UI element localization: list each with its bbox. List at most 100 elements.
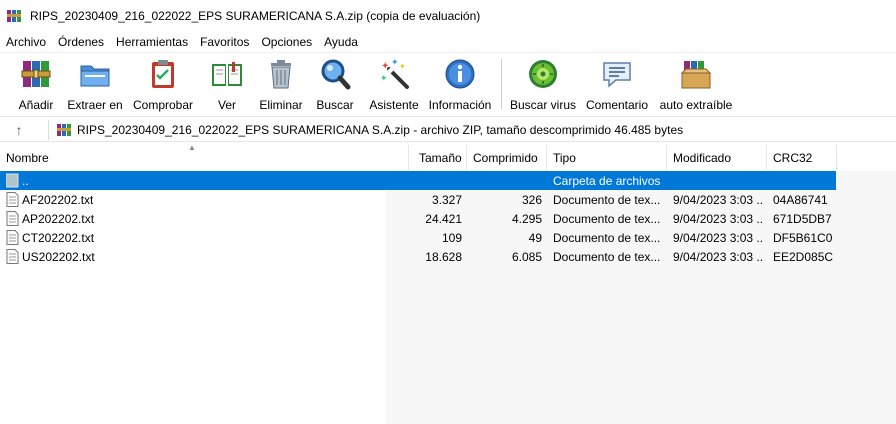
toolbar-separator: [501, 59, 502, 109]
archive-path: RIPS_20230409_216_022022_EPS SURAMERICAN…: [77, 123, 684, 137]
path-field[interactable]: RIPS_20230409_216_022022_EPS SURAMERICAN…: [48, 120, 894, 140]
find-button-label: Buscar: [316, 98, 354, 112]
parent-folder-icon: [6, 173, 19, 188]
parent-folder-name: ..: [22, 174, 29, 188]
test-button-label: Comprobar: [132, 98, 194, 112]
comment-button[interactable]: Comentario: [584, 57, 650, 113]
file-crc: DF5B61C0: [773, 231, 833, 245]
address-bar: ↑ RIPS_20230409_216_022022_EPS SURAMERIC…: [0, 116, 896, 142]
title-bar: RIPS_20230409_216_022022_EPS SURAMERICAN…: [0, 0, 896, 32]
file-type: Documento de tex...: [553, 212, 661, 226]
wizard-button[interactable]: ✦ ✦ ✦ ✦ Asistente: [367, 57, 421, 113]
delete-button[interactable]: Eliminar: [257, 57, 305, 113]
find-button[interactable]: Buscar: [314, 57, 356, 113]
up-arrow-icon[interactable]: ↑: [10, 121, 28, 139]
column-name[interactable]: Nombre: [0, 145, 409, 170]
view-button[interactable]: Ver: [205, 57, 249, 113]
table-row[interactable]: AF202202.txt 3.327 326 Documento de tex.…: [0, 190, 836, 209]
menu-bar: Archivo Órdenes Herramientas Favoritos O…: [0, 32, 896, 52]
extract-button[interactable]: Extraer en: [66, 57, 124, 113]
column-crc-label: CRC32: [773, 151, 813, 165]
file-crc: 04A86741: [773, 193, 828, 207]
toolbar: Añadir Extraer en Comprobar Ver Eliminar…: [0, 52, 896, 114]
file-name: US202202.txt: [22, 250, 95, 264]
column-packed[interactable]: Comprimido: [467, 145, 547, 170]
clipboard-check-icon: [152, 60, 174, 88]
sfx-button[interactable]: auto extraíble: [658, 57, 734, 113]
add-button[interactable]: Añadir: [14, 57, 58, 113]
trash-can-icon: [271, 60, 291, 89]
sfx-box-icon: [680, 61, 712, 89]
column-type[interactable]: Tipo: [547, 145, 667, 170]
view-button-label: Ver: [217, 98, 236, 112]
column-headers: ▲ Nombre Tamaño Comprimido Tipo Modifica…: [0, 143, 896, 170]
file-type: Documento de tex...: [553, 193, 661, 207]
file-packed: 326: [521, 193, 542, 207]
file-size: 24.421: [425, 212, 462, 226]
column-size-label: Tamaño: [419, 151, 462, 165]
table-row[interactable]: AP202202.txt 24.421 4.295 Documento de t…: [0, 209, 836, 228]
info-icon: [445, 59, 475, 89]
file-modified: 9/04/2023 3:03 ...: [673, 193, 763, 207]
info-button-label: Información: [428, 98, 492, 112]
file-name: CT202202.txt: [22, 231, 95, 245]
file-modified: 9/04/2023 3:03 ...: [673, 250, 763, 264]
file-size: 18.628: [425, 250, 462, 264]
menu-opciones[interactable]: Opciones: [255, 32, 318, 52]
file-size: 3.327: [431, 193, 462, 207]
menu-herramientas[interactable]: Herramientas: [110, 32, 194, 52]
file-type: Documento de tex...: [553, 231, 661, 245]
virus-scan-button-label: Buscar virus: [509, 98, 577, 112]
file-size: 109: [441, 231, 462, 245]
sfx-button-label: auto extraíble: [659, 98, 733, 112]
magnifier-icon: [321, 59, 351, 90]
column-crc[interactable]: CRC32: [767, 145, 837, 170]
magic-wand-icon: ✦ ✦ ✦ ✦: [380, 58, 409, 89]
svg-text:✦: ✦: [380, 74, 388, 84]
text-file-icon: [6, 230, 19, 245]
folder-icon: [80, 65, 110, 87]
menu-ayuda[interactable]: Ayuda: [318, 32, 364, 52]
file-name: AP202202.txt: [22, 212, 95, 226]
column-packed-label: Comprimido: [473, 151, 538, 165]
table-row[interactable]: US202202.txt 18.628 6.085 Documento de t…: [0, 247, 836, 266]
file-type: Documento de tex...: [553, 250, 661, 264]
virus-scan-button[interactable]: Buscar virus: [510, 57, 576, 113]
extract-button-label: Extraer en: [67, 98, 123, 112]
text-file-icon: [6, 211, 19, 226]
svg-text:✦: ✦: [399, 62, 406, 71]
column-name-label: Nombre: [6, 151, 49, 165]
file-packed: 49: [528, 231, 542, 245]
parent-folder-row[interactable]: .. Carpeta de archivos: [0, 171, 836, 190]
wizard-button-label: Asistente: [369, 98, 419, 112]
menu-favoritos[interactable]: Favoritos: [194, 32, 255, 52]
speech-bubble-icon: [603, 62, 631, 88]
virus-icon: [529, 60, 557, 88]
menu-ordenes[interactable]: Órdenes: [52, 32, 110, 52]
test-button[interactable]: Comprobar: [130, 57, 196, 113]
file-modified: 9/04/2023 3:03 ...: [673, 212, 763, 226]
svg-text:✦: ✦: [381, 61, 389, 72]
window-title: RIPS_20230409_216_022022_EPS SURAMERICAN…: [30, 9, 481, 23]
winrar-archive-icon: [57, 124, 71, 136]
column-modified-label: Modificado: [673, 151, 732, 165]
column-modified[interactable]: Modificado: [667, 145, 767, 170]
text-file-icon: [6, 192, 19, 207]
file-crc: 671D5DB7: [773, 212, 832, 226]
info-button[interactable]: Información: [426, 57, 494, 113]
open-book-icon: [212, 62, 242, 86]
winrar-app-icon[interactable]: [6, 8, 22, 24]
table-row[interactable]: CT202202.txt 109 49 Documento de tex... …: [0, 228, 836, 247]
file-packed: 6.085: [511, 250, 542, 264]
comment-button-label: Comentario: [585, 98, 649, 112]
file-name: AF202202.txt: [22, 193, 94, 207]
file-crc: EE2D085C: [773, 250, 834, 264]
file-modified: 9/04/2023 3:03 ...: [673, 231, 763, 245]
archive-books-icon: [21, 61, 51, 87]
column-size[interactable]: Tamaño: [409, 145, 467, 170]
file-packed: 4.295: [511, 212, 542, 226]
column-type-label: Tipo: [553, 151, 576, 165]
delete-button-label: Eliminar: [259, 98, 303, 112]
menu-archivo[interactable]: Archivo: [0, 32, 52, 52]
add-button-label: Añadir: [18, 98, 54, 112]
